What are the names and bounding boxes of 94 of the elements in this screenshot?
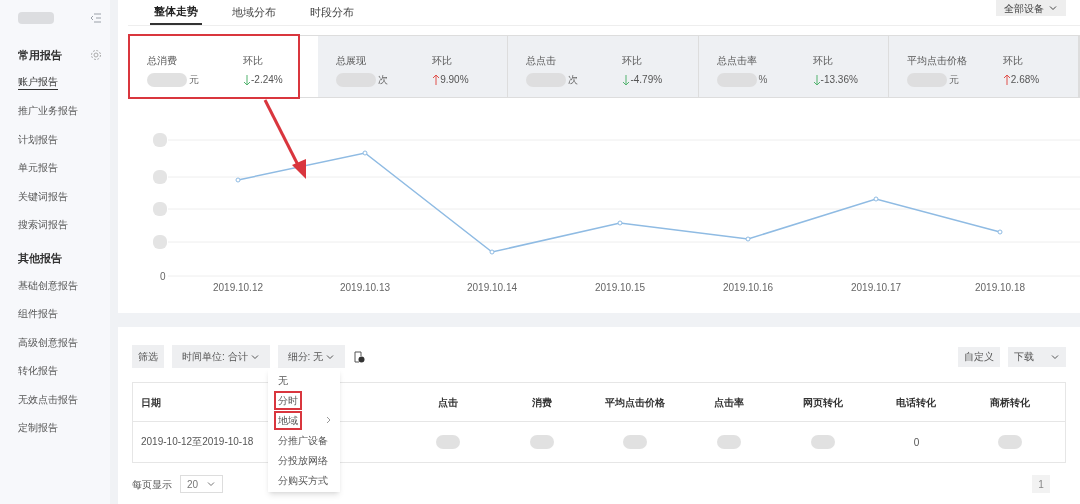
column-header: 电话转化	[896, 395, 937, 410]
metric-label: 总点击	[526, 54, 558, 68]
metric-unit: 次	[568, 73, 579, 87]
tab[interactable]: 地域分布	[228, 0, 280, 25]
chevron-down-icon	[206, 479, 217, 489]
change-value: 2.68%	[1010, 73, 1040, 87]
column-header: 点击率	[714, 395, 744, 410]
help-document-icon[interactable]	[353, 350, 366, 363]
tab[interactable]: 时段分布	[306, 0, 358, 25]
data-point	[362, 150, 368, 156]
x-axis-label: 2019.10.13	[339, 281, 391, 295]
x-axis-label: 2019.10.15	[594, 281, 646, 295]
blurred-value	[717, 435, 741, 449]
section-title: 其他报告	[18, 250, 62, 266]
menu-item[interactable]: 地域	[276, 412, 300, 428]
customize-button[interactable]: 自定义	[958, 346, 1000, 367]
tab[interactable]: 整体走势	[150, 0, 202, 25]
blurred-value	[998, 435, 1023, 449]
column-header: 平均点击价格	[605, 395, 666, 410]
blurred-value	[147, 72, 187, 87]
change-label: 环比	[243, 54, 264, 68]
table-cell-text: 2019-10-12至2019-10-18	[141, 435, 255, 449]
metric-card[interactable]: 总点击率 % 环比 -13.36%	[698, 36, 889, 97]
filter-button[interactable]: 筛选	[132, 345, 164, 368]
menu-item[interactable]: 无	[276, 372, 290, 388]
change-label: 环比	[432, 54, 454, 68]
change-value: -13.36%	[820, 73, 858, 87]
change-value: 9.90%	[440, 73, 469, 87]
sidebar-item[interactable]: 关键词报告	[18, 188, 68, 204]
collapse-menu-icon[interactable]	[90, 12, 102, 24]
metric-card[interactable]: 总消费 元 环比 -2.24%	[129, 36, 319, 97]
page-size-select[interactable]: 20	[180, 475, 224, 493]
sidebar-item[interactable]: 推广业务报告	[18, 103, 78, 119]
data-point	[745, 236, 751, 242]
sidebar-item[interactable]: 无效点击报告	[18, 391, 78, 407]
menu-item[interactable]: 分时	[276, 392, 300, 408]
y-axis-label: 0	[160, 270, 166, 284]
metric-unit: 元	[189, 73, 199, 87]
column-header: 网页转化	[802, 395, 843, 410]
data-point	[873, 196, 879, 202]
change-value: -2.24%	[251, 73, 283, 87]
x-axis-label: 2019.10.17	[850, 281, 902, 295]
metric-card[interactable]: 总点击 次 环比 -4.79%	[508, 36, 699, 97]
time-unit-dropdown[interactable]: 时间单位: 合计	[172, 345, 270, 368]
metric-label: 平均点击价格	[906, 54, 968, 68]
x-axis-label: 2019.10.16	[722, 281, 774, 295]
column-header: 日期	[141, 395, 161, 410]
sidebar-item[interactable]: 组件报告	[18, 306, 58, 322]
blurred-value	[435, 435, 460, 449]
settings-icon[interactable]	[90, 49, 102, 61]
metric-unit: %	[758, 73, 768, 87]
metric-card[interactable]: 总展现 次 环比 9.90%	[318, 36, 509, 97]
download-dropdown[interactable]: 下载	[1008, 346, 1066, 367]
column-header: 点击	[437, 395, 458, 410]
page-size-label: 每页显示	[132, 477, 172, 492]
metric-label: 总展现	[336, 54, 368, 68]
sidebar-item[interactable]: 单元报告	[18, 160, 58, 176]
sidebar-item[interactable]: 转化报告	[18, 363, 58, 379]
metric-card[interactable]: 平均点击价格 元 环比 2.68%	[888, 36, 1079, 97]
table-cell-text: 0	[913, 435, 920, 450]
blurred-value	[623, 435, 648, 449]
metric-unit: 元	[948, 73, 959, 87]
sidebar-item[interactable]: 计划报告	[18, 131, 58, 147]
change-label: 环比	[622, 54, 644, 68]
x-axis-label: 2019.10.18	[974, 281, 1026, 295]
section-title: 常用报告	[18, 47, 62, 63]
column-header: 消费	[531, 395, 552, 410]
menu-item[interactable]: 分购买方式	[276, 472, 330, 488]
metric-unit: 次	[378, 73, 389, 87]
change-label: 环比	[1002, 54, 1024, 68]
sidebar-item[interactable]: 高级创意报告	[18, 334, 78, 350]
metric-label: 总消费	[147, 54, 178, 68]
menu-item[interactable]: 分推广设备	[276, 432, 330, 448]
menu-item[interactable]: 分投放网络	[276, 452, 330, 468]
x-axis-label: 2019.10.12	[212, 281, 264, 295]
data-point	[489, 249, 495, 255]
blurred-value	[810, 435, 835, 449]
data-point	[617, 220, 623, 226]
metric-label: 总点击率	[716, 54, 758, 68]
change-value: -4.79%	[630, 73, 663, 87]
sidebar-item[interactable]: 基础创意报告	[18, 277, 78, 293]
chevron-down-icon	[1048, 3, 1058, 13]
logo-placeholder	[18, 12, 54, 24]
column-header: 商桥转化	[990, 395, 1031, 410]
device-select[interactable]: 全部设备	[996, 0, 1066, 16]
sidebar-item[interactable]: 账户报告	[18, 74, 58, 91]
x-axis-label: 2019.10.14	[466, 281, 518, 295]
sidebar-item[interactable]: 定制报告	[18, 420, 58, 436]
blurred-value	[529, 435, 554, 449]
breakdown-dropdown[interactable]: 细分: 无	[277, 345, 346, 368]
change-label: 环比	[812, 54, 834, 68]
sidebar-item[interactable]: 搜索词报告	[18, 217, 68, 233]
data-point	[235, 177, 241, 183]
data-point	[997, 229, 1003, 235]
